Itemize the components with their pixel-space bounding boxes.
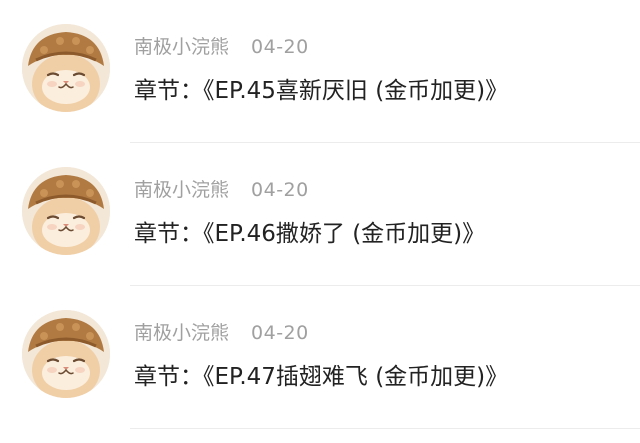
comment-item[interactable]: 南极小浣熊 04-20 章节：《EP.45喜新厌旧 (金币加更)》 [0,0,640,143]
chapter-line[interactable]: 章节：《EP.45喜新厌旧 (金币加更)》 [134,73,508,109]
cat-avatar-icon [22,167,110,255]
comment-meta: 南极小浣熊 04-20 [134,175,309,205]
comment-meta: 南极小浣熊 04-20 [134,318,309,348]
avatar[interactable] [22,167,110,255]
chapter-label: 章节： [134,221,203,247]
comment-date: 04-20 [251,179,309,201]
author-name[interactable]: 南极小浣熊 [134,179,229,201]
avatar[interactable] [22,24,110,112]
cat-avatar-icon [22,310,110,398]
comment-meta: 南极小浣熊 04-20 [134,32,309,62]
chapter-label: 章节： [134,78,203,104]
chapter-line[interactable]: 章节：《EP.46撒娇了 (金币加更)》 [134,216,485,252]
chapter-line[interactable]: 章节：《EP.47插翅难飞 (金币加更)》 [134,359,508,395]
comment-date: 04-20 [251,322,309,344]
chapter-title[interactable]: 《EP.45喜新厌旧 (金币加更)》 [203,78,508,104]
comment-date: 04-20 [251,36,309,58]
cat-avatar-icon [22,24,110,112]
author-name[interactable]: 南极小浣熊 [134,36,229,58]
comment-feed: 南极小浣熊 04-20 章节：《EP.45喜新厌旧 (金币加更)》 南极小浣熊 … [0,0,640,443]
chapter-label: 章节： [134,364,203,390]
divider [130,428,640,429]
author-name[interactable]: 南极小浣熊 [134,322,229,344]
comment-item[interactable]: 南极小浣熊 04-20 章节：《EP.47插翅难飞 (金币加更)》 [0,286,640,429]
chapter-title[interactable]: 《EP.47插翅难飞 (金币加更)》 [203,364,508,390]
chapter-title[interactable]: 《EP.46撒娇了 (金币加更)》 [203,221,485,247]
comment-item[interactable]: 南极小浣熊 04-20 章节：《EP.46撒娇了 (金币加更)》 [0,143,640,286]
avatar[interactable] [22,310,110,398]
